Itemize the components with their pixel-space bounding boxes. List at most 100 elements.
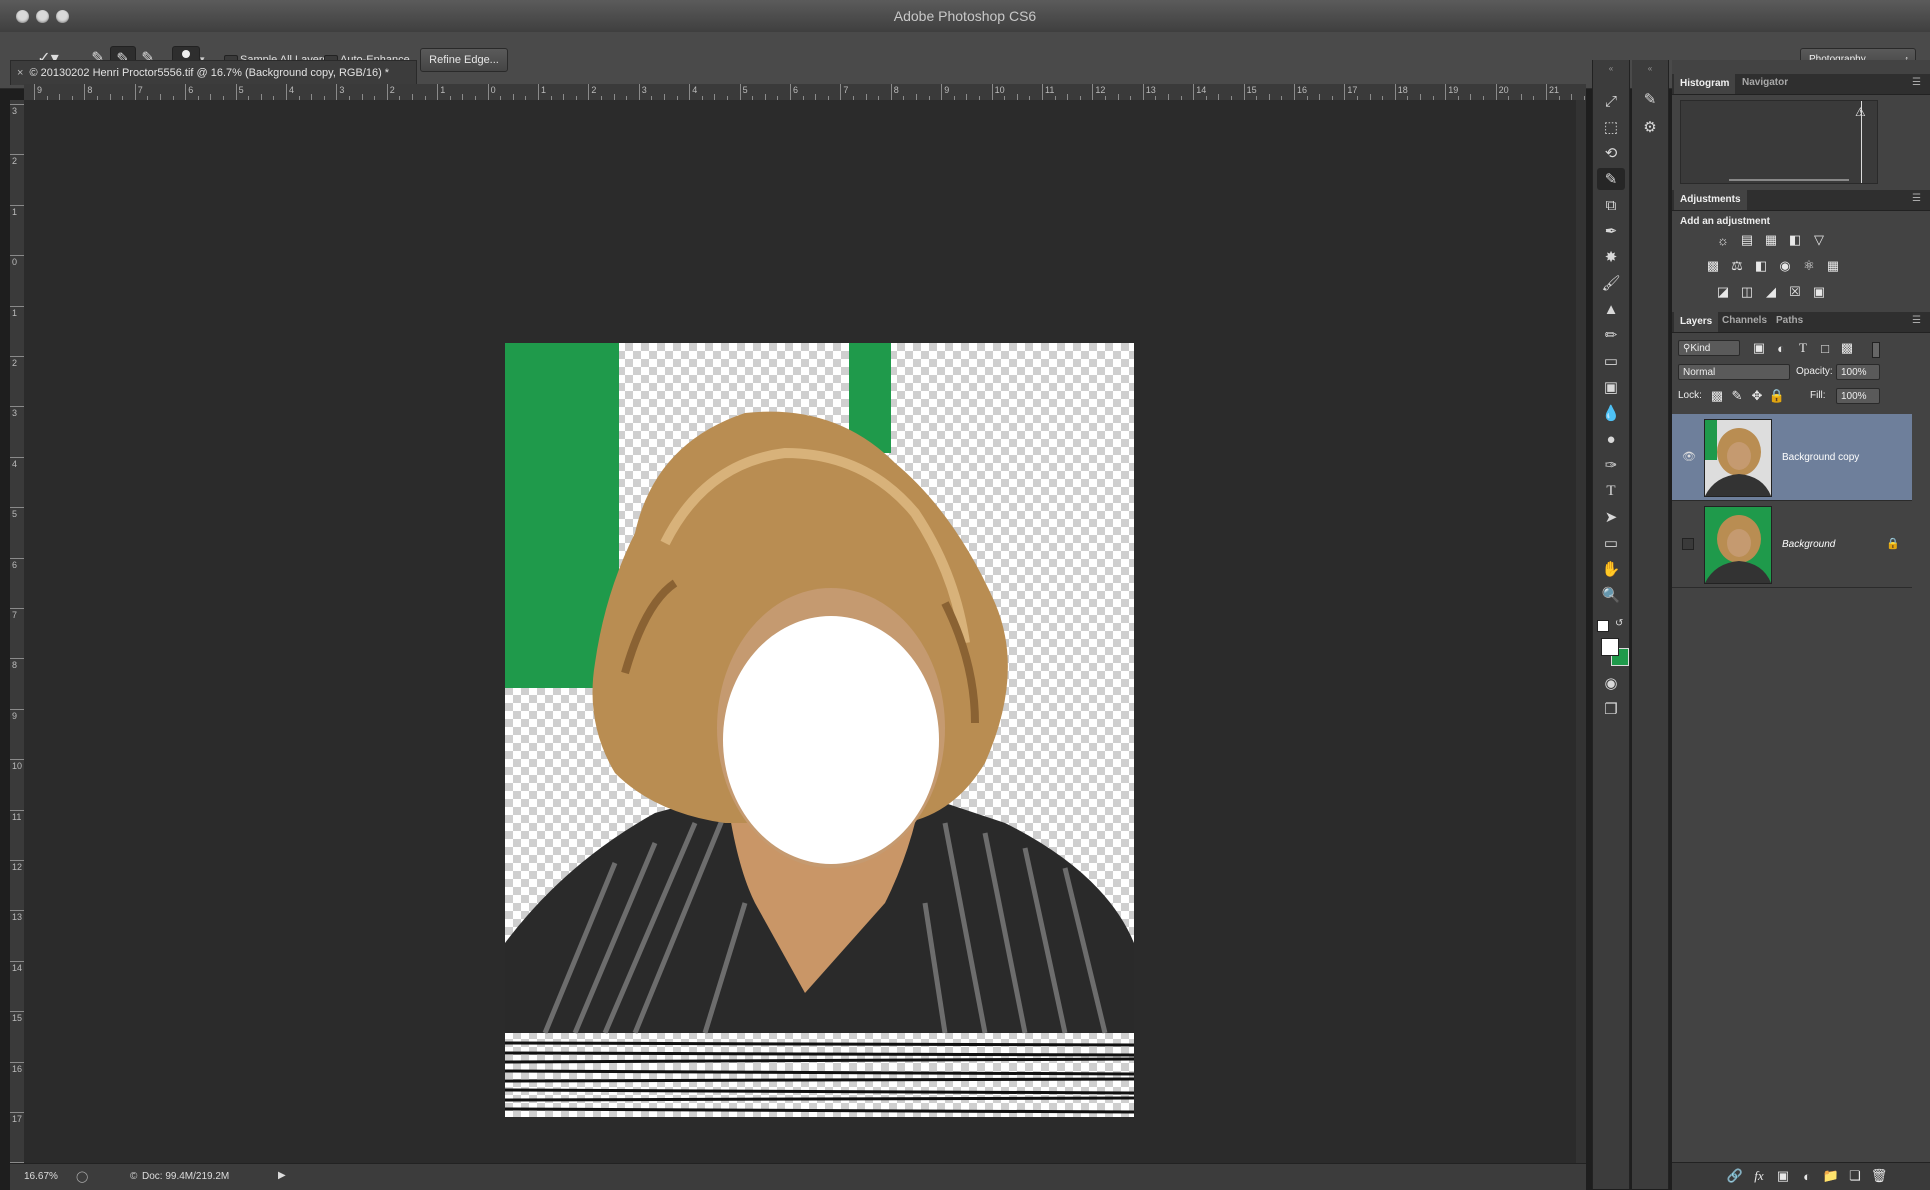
filter-adjustment-icon[interactable]: ◐ xyxy=(1772,340,1790,356)
blur-tool-icon[interactable]: 💧 xyxy=(1597,402,1625,424)
panel-menu-icon[interactable]: ☰ xyxy=(1912,315,1921,326)
color-balance-icon[interactable]: ⚖ xyxy=(1728,258,1746,274)
document-canvas[interactable] xyxy=(505,343,1134,1117)
default-colors-icon[interactable] xyxy=(1597,620,1609,632)
layer-name: Background xyxy=(1782,539,1836,550)
tab-paths[interactable]: Paths xyxy=(1776,315,1803,326)
swap-colors-icon[interactable]: ↺ xyxy=(1615,618,1623,629)
posterize-icon[interactable]: ◫ xyxy=(1738,284,1756,300)
marquee-tool-icon[interactable]: ⬚ xyxy=(1597,116,1625,138)
layer-row[interactable]: 👁 Background copy xyxy=(1672,414,1912,501)
blend-mode-select[interactable]: Normal xyxy=(1678,364,1790,380)
vertical-scrollbar[interactable] xyxy=(1576,100,1586,1163)
lock-position-icon[interactable]: ✥ xyxy=(1748,388,1766,404)
color-lookup-icon[interactable]: ▦ xyxy=(1824,258,1842,274)
canvas-area[interactable] xyxy=(24,100,1586,1163)
panel-menu-icon[interactable]: ☰ xyxy=(1912,193,1921,204)
spot-healing-tool-icon[interactable]: ✸ xyxy=(1597,246,1625,268)
histogram-panel-tabs: Histogram Navigator ☰ xyxy=(1672,74,1930,95)
fill-field[interactable]: 100% xyxy=(1836,388,1880,404)
tab-adjustments[interactable]: Adjustments xyxy=(1674,190,1747,210)
photo-filter-icon[interactable]: ◉ xyxy=(1776,258,1794,274)
visibility-eye-icon[interactable]: 👁 xyxy=(1682,450,1696,463)
ruler-label: 16 xyxy=(12,1063,23,1074)
channel-mixer-icon[interactable]: ⚛ xyxy=(1800,258,1818,274)
tab-navigator[interactable]: Navigator xyxy=(1742,77,1788,88)
tab-histogram[interactable]: Histogram xyxy=(1674,74,1736,94)
type-tool-icon[interactable]: T xyxy=(1597,480,1625,502)
close-icon[interactable]: × xyxy=(17,67,23,79)
levels-icon[interactable]: ▤ xyxy=(1738,232,1756,248)
new-adjustment-layer-icon[interactable]: ◐ xyxy=(1798,1168,1816,1184)
add-mask-icon[interactable]: ▣ xyxy=(1774,1168,1792,1184)
brush-tool-icon[interactable]: 🖌 xyxy=(1597,272,1625,294)
pen-tool-icon[interactable]: ✑ xyxy=(1597,454,1625,476)
ruler-label: 3 xyxy=(641,85,647,95)
filter-shape-icon[interactable]: □ xyxy=(1816,340,1834,356)
screen-mode-icon[interactable]: ❐ xyxy=(1597,698,1625,720)
exposure-icon[interactable]: ◧ xyxy=(1786,232,1804,248)
path-selection-tool-icon[interactable]: ➤ xyxy=(1597,506,1625,528)
dodge-tool-icon[interactable]: ● xyxy=(1597,428,1625,450)
refine-edge-button[interactable]: Refine Edge... xyxy=(420,48,508,72)
delete-layer-icon[interactable]: 🗑 xyxy=(1870,1168,1888,1184)
visibility-toggle[interactable] xyxy=(1682,538,1694,550)
status-menu-icon[interactable]: ◯ xyxy=(76,1170,88,1183)
layer-row[interactable]: Background 🔒 xyxy=(1672,501,1912,588)
filter-toggle[interactable] xyxy=(1872,342,1880,358)
threshold-icon[interactable]: ◢ xyxy=(1762,284,1780,300)
new-group-icon[interactable]: 📁 xyxy=(1822,1168,1840,1184)
ruler-label: 4 xyxy=(12,458,18,469)
collapse-toolbox-icon[interactable]: « xyxy=(1595,64,1627,73)
curves-icon[interactable]: ▦ xyxy=(1762,232,1780,248)
selective-color-icon[interactable]: ☒ xyxy=(1786,284,1804,300)
filter-type-icon[interactable]: T xyxy=(1794,340,1812,356)
layer-style-icon[interactable]: fx xyxy=(1750,1168,1768,1184)
eraser-tool-icon[interactable]: ▭ xyxy=(1597,350,1625,372)
brightness-contrast-icon[interactable]: ☼ xyxy=(1714,232,1732,248)
brush-presets-icon[interactable]: ✎ xyxy=(1636,88,1664,110)
link-layers-icon[interactable]: 🔗 xyxy=(1726,1168,1744,1184)
status-expand-icon[interactable]: ▶ xyxy=(278,1170,286,1181)
ruler-tick xyxy=(638,84,640,100)
gradient-tool-icon[interactable]: ▣ xyxy=(1597,376,1625,398)
lasso-tool-icon[interactable]: ⟲ xyxy=(1597,142,1625,164)
tool-presets-icon[interactable]: ⚙ xyxy=(1636,116,1664,138)
foreground-color-swatch[interactable] xyxy=(1601,638,1619,656)
ruler-tick xyxy=(10,960,24,962)
opacity-field[interactable]: 100% xyxy=(1836,364,1880,380)
filter-smart-object-icon[interactable]: ▩ xyxy=(1838,340,1856,356)
hand-tool-icon[interactable]: ✋ xyxy=(1597,558,1625,580)
eyedropper-tool-icon[interactable]: ✒ xyxy=(1597,220,1625,242)
lock-image-pixels-icon[interactable]: ✎ xyxy=(1728,388,1746,404)
layer-kind-filter[interactable]: ⚲ Kind xyxy=(1678,340,1740,356)
ruler-label: 15 xyxy=(1246,85,1257,95)
zoom-level[interactable]: 16.67% xyxy=(24,1171,58,1182)
gradient-map-icon[interactable]: ▣ xyxy=(1810,284,1828,300)
crop-tool-icon[interactable]: ⧉ xyxy=(1597,194,1625,216)
quick-mask-icon[interactable]: ◉ xyxy=(1597,672,1625,694)
new-layer-icon[interactable]: ❏ xyxy=(1846,1168,1864,1184)
tab-channels[interactable]: Channels xyxy=(1722,315,1767,326)
zoom-tool-icon[interactable]: 🔍 xyxy=(1597,584,1625,606)
quick-selection-tool-icon[interactable]: ✎ xyxy=(1597,168,1625,190)
ruler-label: 3 xyxy=(339,85,345,95)
vibrance-icon[interactable]: ▽ xyxy=(1810,232,1828,248)
mini-dock: « ✎ ⚙ xyxy=(1632,60,1669,1189)
lock-all-icon[interactable]: 🔒 xyxy=(1768,388,1786,404)
rectangle-tool-icon[interactable]: ▭ xyxy=(1597,532,1625,554)
ruler-label: 16 xyxy=(1297,85,1308,95)
tab-layers[interactable]: Layers xyxy=(1674,312,1719,332)
invert-icon[interactable]: ◪ xyxy=(1714,284,1732,300)
panel-menu-icon[interactable]: ☰ xyxy=(1912,77,1921,88)
document-tab[interactable]: × © 20130202 Henri Proctor5556.tif @ 16.… xyxy=(10,60,417,85)
history-brush-tool-icon[interactable]: ✏ xyxy=(1597,324,1625,346)
hue-saturation-icon[interactable]: ▩ xyxy=(1704,258,1722,274)
move-tool-icon[interactable]: ⤢ xyxy=(1597,90,1625,112)
clone-stamp-tool-icon[interactable]: ▲ xyxy=(1597,298,1625,320)
filter-pixel-icon[interactable]: ▣ xyxy=(1750,340,1768,356)
layer-lock-icon[interactable]: 🔒 xyxy=(1886,537,1900,550)
lock-transparent-pixels-icon[interactable]: ▩ xyxy=(1708,388,1726,404)
collapse-dock-icon[interactable]: « xyxy=(1634,64,1666,73)
black-white-icon[interactable]: ◧ xyxy=(1752,258,1770,274)
